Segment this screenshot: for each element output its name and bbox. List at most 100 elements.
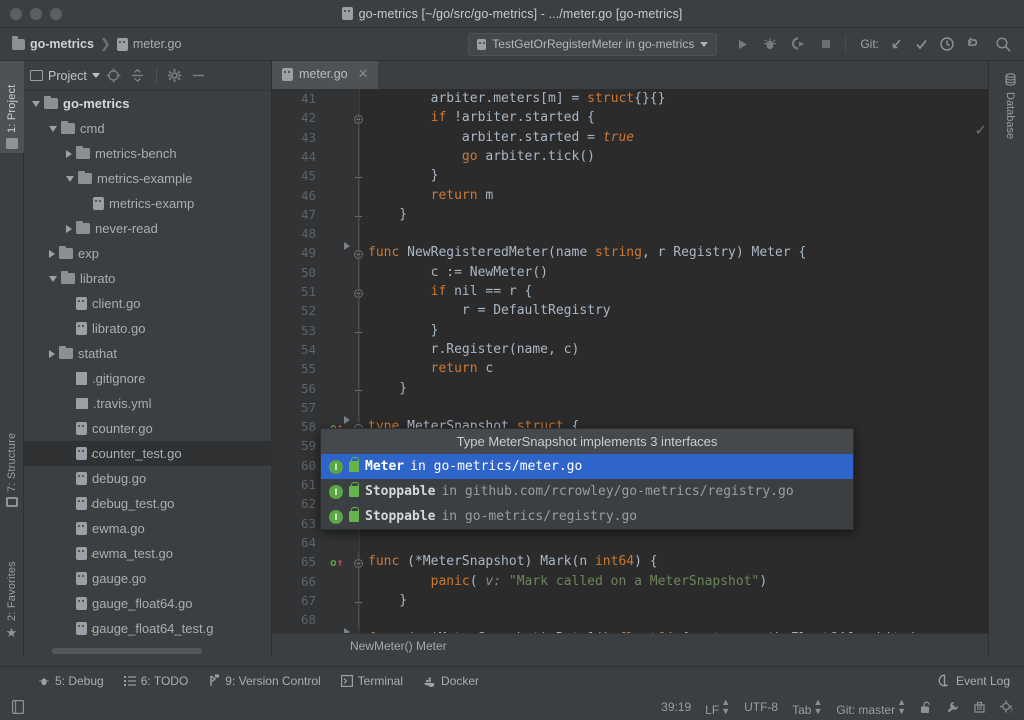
tree-item-never-read[interactable]: never-read (24, 216, 271, 241)
code-line[interactable]: 56 } (272, 381, 988, 400)
indent-setting[interactable]: Tab▲▼ (792, 698, 822, 717)
breadcrumb-item-file[interactable]: meter.go (117, 37, 182, 51)
code-editor[interactable]: 41 arbiter.meters[m] = struct{}{}42 if !… (272, 89, 988, 633)
code-line[interactable]: 41 arbiter.meters[m] = struct{}{} (272, 91, 988, 110)
help-icon[interactable]: ? (1000, 700, 1014, 714)
tree-item-librato[interactable]: librato (24, 266, 271, 291)
code-line[interactable]: 50 c := NewMeter() (272, 265, 988, 284)
code-line[interactable]: 47 } (272, 207, 988, 226)
run-icon[interactable] (729, 31, 755, 57)
tree-item-stathat[interactable]: stathat (24, 341, 271, 366)
tree-item-gauge-go[interactable]: gauge.go (24, 566, 271, 591)
commit-icon[interactable] (914, 37, 929, 52)
popup-row[interactable]: IMeter in go-metrics/meter.go (321, 454, 853, 479)
tool-window-event-log[interactable]: Event Log (938, 674, 1010, 688)
run-configuration-selector[interactable]: TestGetOrRegisterMeter in go-metrics (468, 33, 717, 56)
unlocked-icon[interactable] (920, 701, 932, 714)
code-line[interactable]: 67 } (272, 593, 988, 612)
chevron-down-icon[interactable] (32, 101, 40, 107)
locate-icon[interactable] (104, 66, 124, 86)
sidebar-item-structure[interactable]: 7: Structure (0, 401, 24, 511)
implemented-gutter-icon[interactable]: o↑ (330, 556, 343, 569)
tool-window-debug[interactable]: 5: Debug (38, 674, 104, 688)
code-line[interactable]: 46 return m (272, 188, 988, 207)
code-line[interactable]: 53 } (272, 323, 988, 342)
tree-item-librato-go[interactable]: librato.go (24, 316, 271, 341)
popup-row[interactable]: IStoppable in go-metrics/registry.go (321, 504, 853, 529)
horizontal-scrollbar[interactable] (52, 648, 202, 654)
hide-icon[interactable] (189, 66, 209, 86)
tool-window-terminal[interactable]: Terminal (341, 674, 403, 688)
sidebar-item-favorites[interactable]: ★ 2: Favorites (0, 521, 24, 641)
tree-item-metrics-examp[interactable]: metrics-examp (24, 191, 271, 216)
popup-row[interactable]: IStoppable in github.com/rcrowley/go-met… (321, 479, 853, 504)
file-encoding[interactable]: UTF-8 (744, 700, 778, 714)
tree-item-gauge-float64-go[interactable]: gauge_float64.go (24, 591, 271, 616)
collapse-all-icon[interactable] (128, 66, 148, 86)
close-icon[interactable]: ✕ (358, 66, 369, 82)
sidebar-item-project[interactable]: 1: Project (0, 61, 24, 153)
chevron-down-icon[interactable] (66, 176, 74, 182)
checkmark-icon[interactable]: ✓ (974, 121, 987, 139)
code-line[interactable]: 55 return c (272, 361, 988, 380)
code-line[interactable]: 44 go arbiter.tick() (272, 149, 988, 168)
toggle-toolwindows-icon[interactable] (0, 700, 24, 714)
sidebar-item-database[interactable]: Database (998, 69, 1022, 143)
tree-item--gitignore[interactable]: .gitignore (24, 366, 271, 391)
tree-item-go-metrics[interactable]: go-metrics (24, 91, 271, 116)
chevron-down-icon[interactable] (49, 126, 57, 132)
line-separator[interactable]: LF▲▼ (705, 698, 730, 717)
code-line[interactable]: 52 r = DefaultRegistry (272, 303, 988, 322)
tree-item-metrics-bench[interactable]: metrics-bench (24, 141, 271, 166)
stop-icon[interactable] (813, 31, 839, 57)
code-line[interactable]: 68 (272, 612, 988, 631)
settings-gear-icon[interactable] (165, 66, 185, 86)
inspector-icon[interactable] (973, 701, 986, 714)
code-line[interactable]: 43 arbiter.started = true (272, 130, 988, 149)
caret-position[interactable]: 39:19 (661, 700, 691, 714)
tree-item-cmd[interactable]: cmd (24, 116, 271, 141)
run-gutter-icon[interactable] (344, 416, 350, 424)
chevron-right-icon[interactable] (66, 150, 72, 158)
tool-window-todo[interactable]: 6: TODO (124, 674, 189, 688)
tree-item-counter-go[interactable]: counter.go (24, 416, 271, 441)
code-line[interactable]: 65o↑func (*MeterSnapshot) Mark(n int64) … (272, 554, 988, 573)
wrench-icon[interactable] (946, 701, 959, 714)
code-line[interactable]: 48 (272, 226, 988, 245)
chevron-right-icon[interactable] (49, 350, 55, 358)
editor-marker-strip[interactable] (974, 117, 988, 609)
git-branch[interactable]: Git: master▲▼ (836, 698, 906, 717)
project-tree[interactable]: go-metricscmdmetrics-benchmetrics-exampl… (24, 91, 271, 643)
tree-item-gauge-test-go[interactable]: gauge_test.go (24, 641, 271, 643)
history-icon[interactable] (939, 36, 955, 52)
tree-item-client-go[interactable]: client.go (24, 291, 271, 316)
tree-item-metrics-example[interactable]: metrics-example (24, 166, 271, 191)
chevron-right-icon[interactable] (66, 225, 72, 233)
tool-window-version-control[interactable]: 9: Version Control (208, 674, 320, 688)
run-gutter-icon[interactable] (344, 242, 350, 250)
project-view-selector[interactable]: Project (30, 69, 100, 83)
tree-item-gauge-float64-test-g[interactable]: gauge_float64_test.g (24, 616, 271, 641)
tree-item--travis-yml[interactable]: .travis.yml (24, 391, 271, 416)
tree-item-debug-go[interactable]: debug.go (24, 466, 271, 491)
tool-window-docker[interactable]: Docker (423, 674, 479, 688)
code-line[interactable]: 57 (272, 400, 988, 419)
code-line[interactable]: 66 panic( v: "Mark called on a MeterSnap… (272, 574, 988, 593)
update-project-icon[interactable] (889, 37, 904, 52)
popup-rows[interactable]: IMeter in go-metrics/meter.goIStoppable … (321, 454, 853, 529)
editor-breadcrumb[interactable]: NewMeter() Meter (272, 633, 988, 657)
code-line[interactable]: 64 (272, 535, 988, 554)
tree-item-ewma-test-go[interactable]: ewma_test.go (24, 541, 271, 566)
chevron-right-icon[interactable] (49, 250, 55, 258)
debug-icon[interactable] (757, 31, 783, 57)
code-line[interactable]: 42 if !arbiter.started { (272, 110, 988, 129)
breadcrumb-item-project[interactable]: go-metrics (12, 37, 94, 51)
tree-item-ewma-go[interactable]: ewma.go (24, 516, 271, 541)
code-line[interactable]: 51 if nil == r { (272, 284, 988, 303)
tree-item-debug-test-go[interactable]: debug_test.go (24, 491, 271, 516)
tree-item-exp[interactable]: exp (24, 241, 271, 266)
code-line[interactable]: 49func NewRegisteredMeter(name string, r… (272, 245, 988, 264)
editor-tab-meter-go[interactable]: meter.go ✕ (272, 61, 378, 89)
chevron-down-icon[interactable] (49, 276, 57, 282)
search-icon[interactable] (995, 36, 1012, 53)
